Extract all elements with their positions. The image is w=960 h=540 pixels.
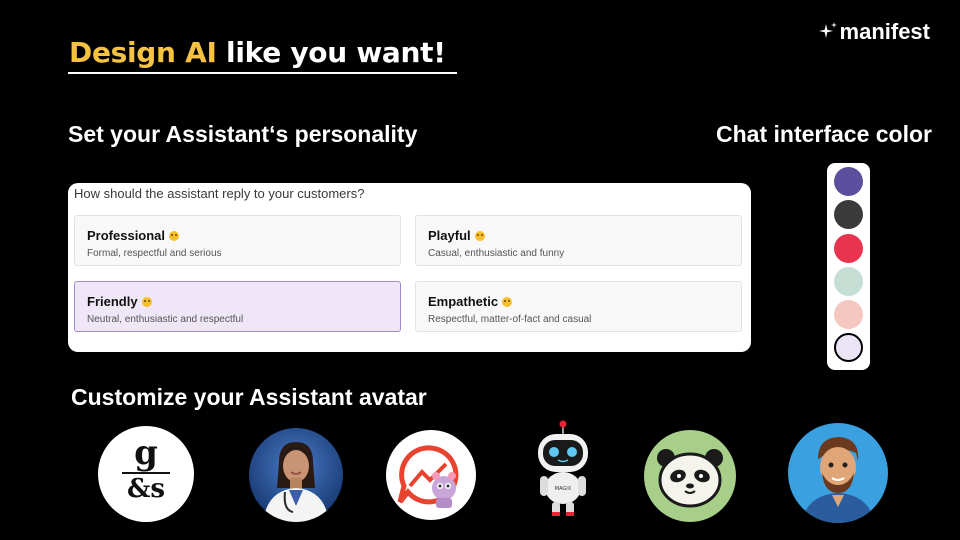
panda-face-icon <box>657 449 723 508</box>
swatch-charcoal[interactable] <box>834 200 863 229</box>
avatar-title: Customize your Assistant avatar <box>71 384 427 410</box>
personality-question: How should the assistant reply to your c… <box>74 186 365 201</box>
option-description: Neutral, enthusiastic and respectful <box>87 314 244 325</box>
swatch-peach[interactable] <box>834 300 863 329</box>
headline: Design AI like you want! <box>69 36 446 69</box>
gs-logo-top: g <box>134 433 158 473</box>
option-description: Casual, enthusiastic and funny <box>428 248 565 259</box>
option-professional[interactable]: Professional Formal, respectful and seri… <box>74 215 401 266</box>
avatar-doctor[interactable] <box>249 428 343 522</box>
winking-face-icon <box>474 230 485 241</box>
option-description: Formal, respectful and serious <box>87 248 222 259</box>
option-description: Respectful, matter-of-fact and casual <box>428 314 592 325</box>
gs-logo-bottom: &s <box>126 474 166 504</box>
avatar-chat-robot[interactable] <box>386 430 476 520</box>
headline-underline <box>68 72 457 74</box>
option-professional-title-row: Professional <box>87 228 388 243</box>
option-title: Playful <box>428 228 471 243</box>
neutral-face-icon <box>169 230 180 241</box>
headline-accent: Design AI <box>69 36 217 69</box>
avatar-panda[interactable] <box>644 430 736 522</box>
avatar-robot[interactable]: MAGIX <box>528 420 598 520</box>
option-playful[interactable]: Playful Casual, enthusiastic and funny <box>415 215 742 266</box>
option-playful-title-row: Playful <box>428 228 729 243</box>
swatch-mint[interactable] <box>834 267 863 296</box>
avatar-cartoon-man[interactable] <box>788 423 888 523</box>
option-friendly-title-row: Friendly <box>87 294 388 309</box>
swatch-lavender[interactable] <box>834 333 863 362</box>
avatar-gs-logo[interactable]: g &s <box>98 426 194 522</box>
grinning-face-icon <box>141 296 152 307</box>
cartoon-man-icon <box>788 423 888 523</box>
manifest-logo: manifest <box>818 19 930 45</box>
personality-card: How should the assistant reply to your c… <box>68 183 751 352</box>
swatch-red-pink[interactable] <box>834 234 863 263</box>
robot-badge-text: MAGIX <box>555 486 572 492</box>
robot-icon: MAGIX <box>538 420 588 516</box>
headline-rest: like you want! <box>216 36 446 69</box>
option-title: Friendly <box>87 294 138 309</box>
option-empathetic-title-row: Empathetic <box>428 294 729 309</box>
chat-bubble-robot-icon <box>397 445 459 508</box>
option-friendly[interactable]: Friendly Neutral, enthusiastic and respe… <box>74 281 401 332</box>
option-title: Empathetic <box>428 294 499 309</box>
personality-title: Set your Assistant‘s personality <box>68 121 418 147</box>
logo-text: manifest <box>839 19 930 44</box>
doctor-portrait-icon <box>249 428 343 522</box>
option-title: Professional <box>87 228 166 243</box>
sparkle-icon <box>818 22 837 38</box>
smiling-face-icon <box>502 296 513 307</box>
swatch-indigo[interactable] <box>834 167 863 196</box>
color-swatch-panel <box>827 163 870 370</box>
chat-color-title: Chat interface color <box>716 121 932 147</box>
option-empathetic[interactable]: Empathetic Respectful, matter-of-fact an… <box>415 281 742 332</box>
